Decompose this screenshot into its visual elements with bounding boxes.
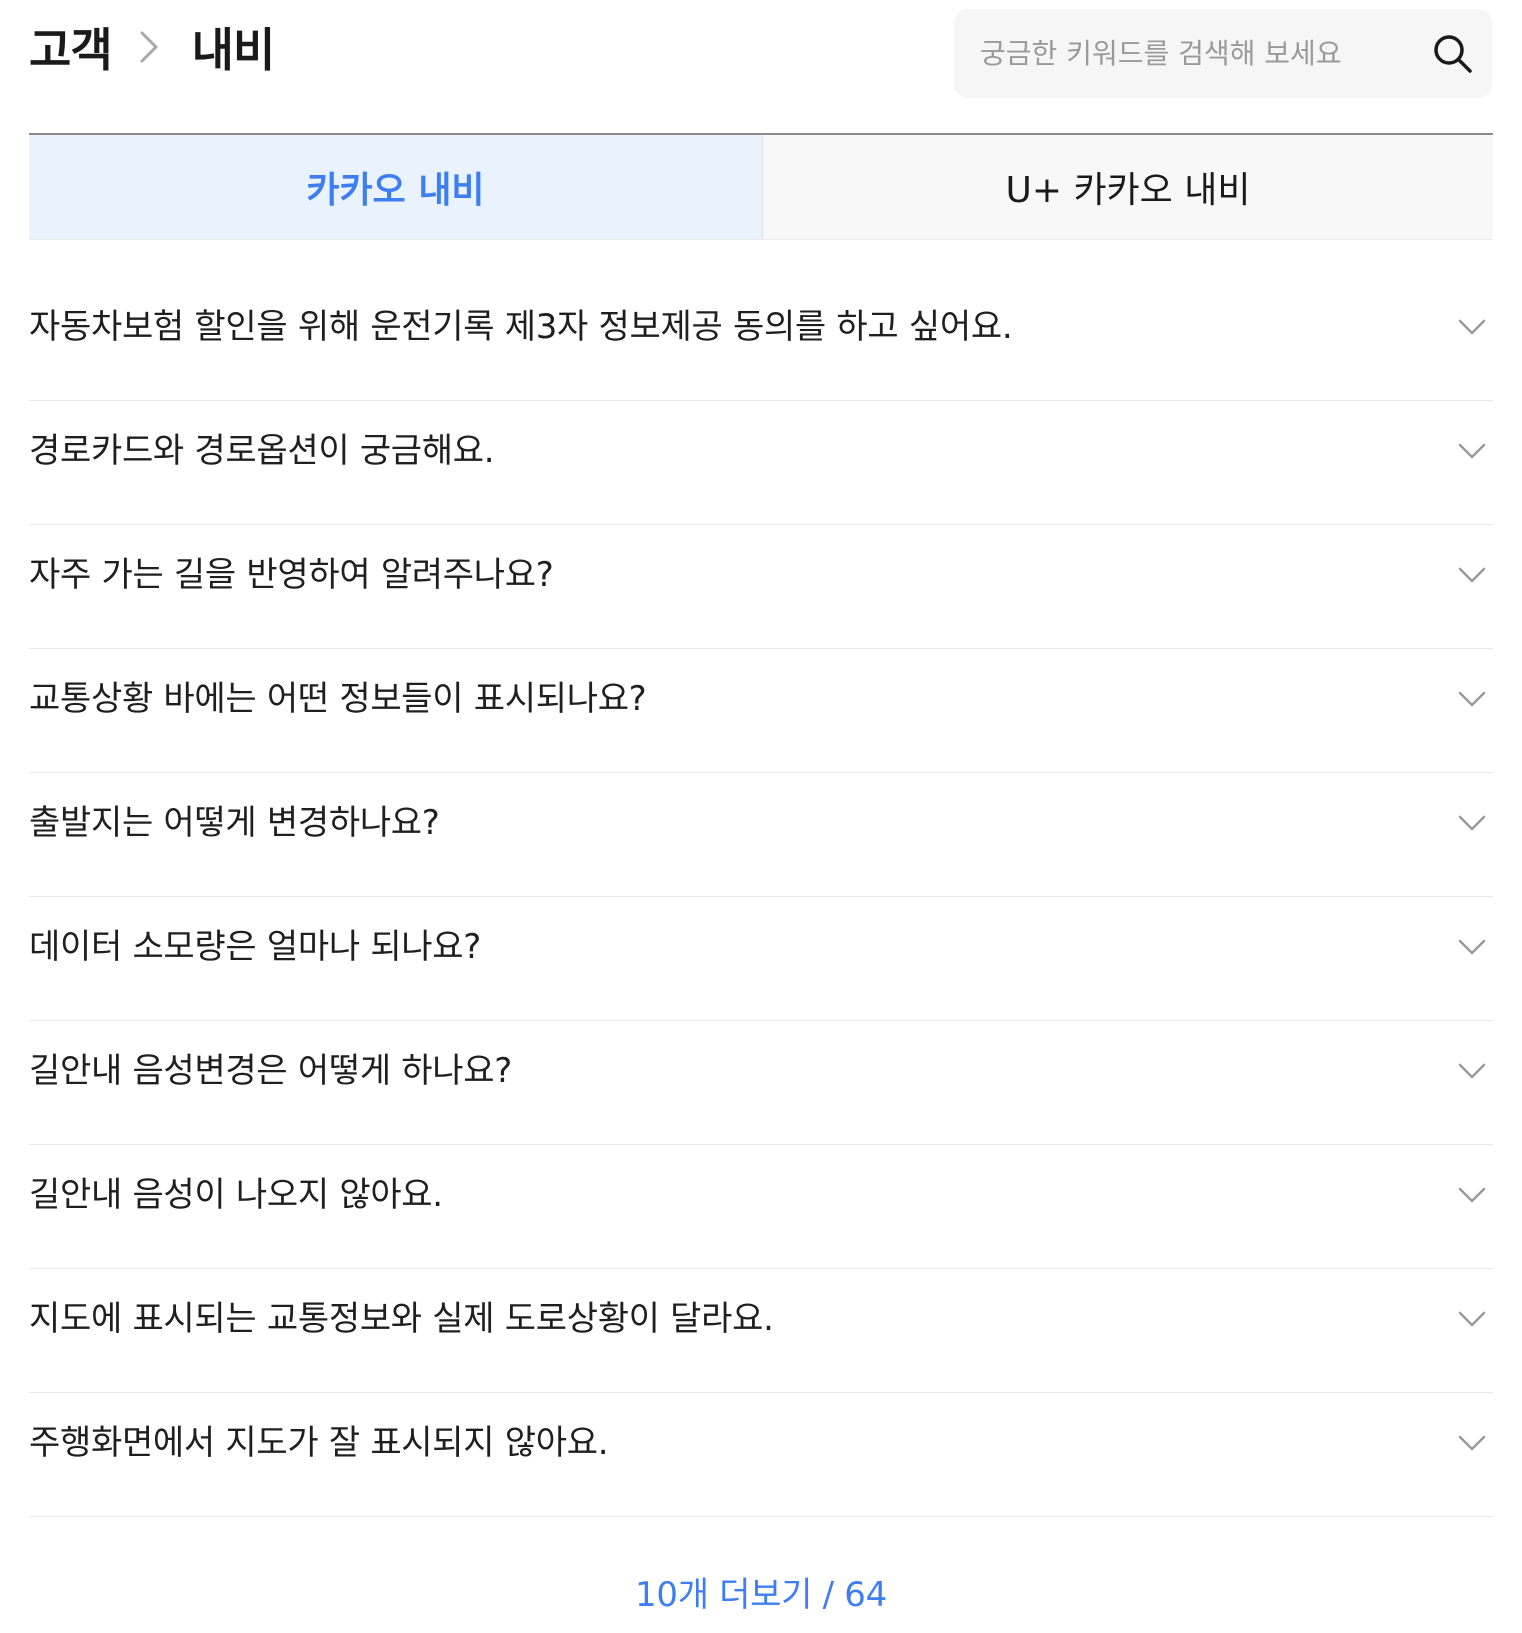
breadcrumb-parent[interactable]: 고객	[29, 14, 113, 80]
chevron-down-icon[interactable]	[1457, 687, 1487, 711]
breadcrumb: 고객 내비	[29, 12, 276, 82]
page-header: 고객 내비	[29, 0, 1493, 110]
faq-question: 자동차보험 할인을 위해 운전기록 제3자 정보제공 동의를 하고 싶어요.	[29, 307, 1013, 347]
search-input[interactable]	[980, 9, 1410, 98]
tab-kakao-navi[interactable]: 카카오 내비	[29, 135, 763, 239]
tab-uplus-kakao-navi[interactable]: U+ 카카오 내비	[763, 135, 1493, 239]
faq-item[interactable]: 길안내 음성변경은 어떻게 하나요?	[29, 1021, 1493, 1145]
chevron-down-icon[interactable]	[1457, 1183, 1487, 1207]
faq-question: 출발지는 어떻게 변경하나요?	[29, 803, 440, 843]
faq-item[interactable]: 지도에 표시되는 교통정보와 실제 도로상황이 달라요.	[29, 1269, 1493, 1393]
product-tabs: 카카오 내비 U+ 카카오 내비	[29, 133, 1493, 240]
load-more-button[interactable]: 10개 더보기 / 64	[0, 1565, 1522, 1625]
chevron-down-icon[interactable]	[1457, 1431, 1487, 1455]
faq-question: 길안내 음성이 나오지 않아요.	[29, 1175, 443, 1215]
faq-item[interactable]: 주행화면에서 지도가 잘 표시되지 않아요.	[29, 1393, 1493, 1517]
faq-item[interactable]: 자주 가는 길을 반영하여 알려주나요?	[29, 525, 1493, 649]
faq-question: 경로카드와 경로옵션이 궁금해요.	[29, 431, 495, 471]
faq-item[interactable]: 경로카드와 경로옵션이 궁금해요.	[29, 401, 1493, 525]
chevron-down-icon[interactable]	[1457, 1307, 1487, 1331]
chevron-right-icon	[134, 27, 164, 67]
faq-item[interactable]: 자동차보험 할인을 위해 운전기록 제3자 정보제공 동의를 하고 싶어요.	[29, 277, 1493, 401]
faq-item[interactable]: 길안내 음성이 나오지 않아요.	[29, 1145, 1493, 1269]
faq-question: 교통상황 바에는 어떤 정보들이 표시되나요?	[29, 679, 647, 719]
search-icon[interactable]	[1432, 33, 1474, 75]
faq-question: 데이터 소모량은 얼마나 되나요?	[29, 927, 482, 967]
chevron-down-icon[interactable]	[1457, 563, 1487, 587]
chevron-down-icon[interactable]	[1457, 935, 1487, 959]
faq-question: 자주 가는 길을 반영하여 알려주나요?	[29, 555, 554, 595]
chevron-down-icon[interactable]	[1457, 315, 1487, 339]
faq-question: 길안내 음성변경은 어떻게 하나요?	[29, 1051, 512, 1091]
breadcrumb-current: 내비	[191, 23, 276, 77]
faq-item[interactable]: 데이터 소모량은 얼마나 되나요?	[29, 897, 1493, 1021]
faq-list: 자동차보험 할인을 위해 운전기록 제3자 정보제공 동의를 하고 싶어요. 경…	[29, 277, 1493, 1517]
faq-question: 주행화면에서 지도가 잘 표시되지 않아요.	[29, 1423, 609, 1463]
search-bar	[954, 9, 1492, 98]
chevron-down-icon[interactable]	[1457, 439, 1487, 463]
faq-question: 지도에 표시되는 교통정보와 실제 도로상황이 달라요.	[29, 1299, 774, 1339]
faq-item[interactable]: 출발지는 어떻게 변경하나요?	[29, 773, 1493, 897]
chevron-down-icon[interactable]	[1457, 1059, 1487, 1083]
chevron-down-icon[interactable]	[1457, 811, 1487, 835]
faq-item[interactable]: 교통상황 바에는 어떤 정보들이 표시되나요?	[29, 649, 1493, 773]
